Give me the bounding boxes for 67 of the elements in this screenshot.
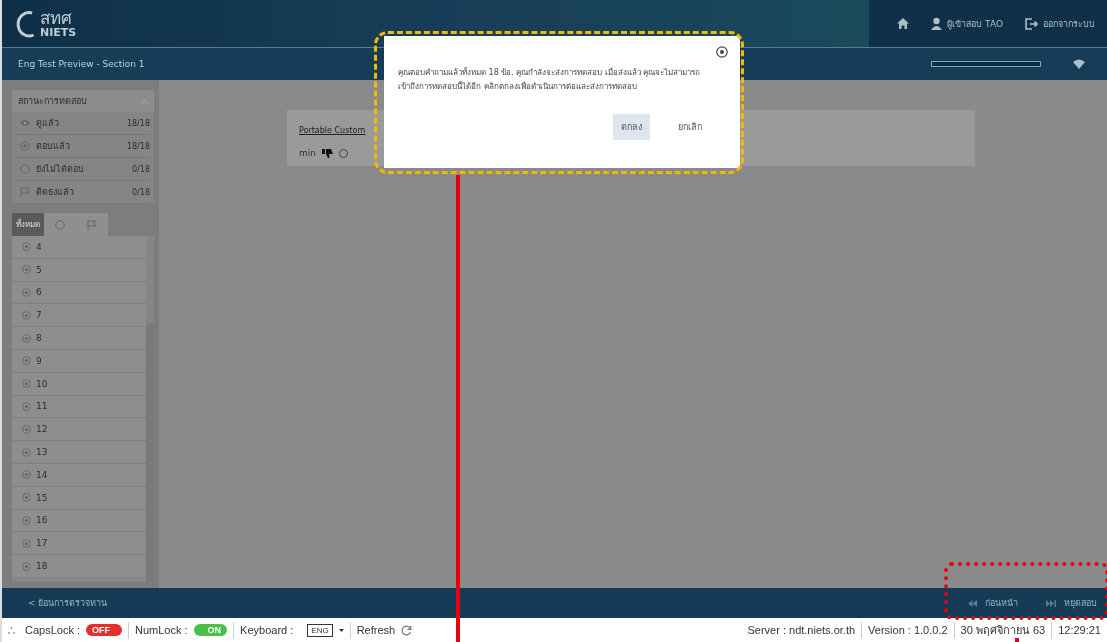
keyboard-label: Keyboard : bbox=[240, 624, 294, 636]
question-item[interactable]: 10 bbox=[12, 372, 146, 396]
status-label: ตอบแล้ว bbox=[36, 140, 71, 153]
back-to-review-link[interactable]: < ย้อนการตรวจทาน bbox=[28, 596, 108, 610]
question-item[interactable]: 17 bbox=[12, 532, 146, 556]
question-item[interactable]: 11 bbox=[12, 395, 146, 419]
question-item[interactable]: 13 bbox=[12, 441, 146, 464]
capslock-label: CapsLock : bbox=[25, 624, 81, 636]
radio-dot-icon bbox=[20, 141, 30, 151]
scale-label: min bbox=[299, 148, 316, 158]
keyboard-layout-button[interactable]: ENG bbox=[307, 623, 333, 637]
server-text: Server : ndt.niets.or.th bbox=[747, 624, 856, 636]
question-item[interactable]: 5 bbox=[12, 258, 146, 282]
previous-button[interactable]: ก่อนหน้า bbox=[968, 596, 1018, 610]
question-item[interactable]: 7 bbox=[12, 304, 146, 328]
circle-icon bbox=[20, 164, 30, 174]
panel-title: สถานะการทดสอบ bbox=[18, 95, 87, 108]
clock-text: 12:29:21 bbox=[1058, 624, 1101, 636]
question-item[interactable]: 14 bbox=[12, 463, 146, 487]
rewind-icon bbox=[968, 599, 977, 607]
question-item[interactable]: 9 bbox=[12, 350, 146, 373]
numlock-label: NumLock : bbox=[135, 624, 188, 636]
grip-icon bbox=[8, 626, 15, 634]
logout-link[interactable]: ออกจากระบบ bbox=[1025, 16, 1095, 31]
question-item[interactable]: 18 bbox=[12, 555, 146, 578]
thumbs-down-icon bbox=[322, 148, 333, 158]
exit-icon bbox=[1025, 17, 1038, 30]
status-count: 18/18 bbox=[126, 141, 150, 151]
user-menu[interactable]: ผู้เข้าสอบ TAO bbox=[931, 16, 1003, 31]
version-text: Version : 1.0.0.2 bbox=[868, 624, 948, 636]
filter-tab[interactable]: ทั้งหมด bbox=[12, 213, 44, 236]
flag-icon bbox=[20, 187, 30, 197]
logo-latin-text: NIETS bbox=[40, 26, 77, 38]
circle-icon bbox=[55, 219, 65, 230]
home-icon[interactable] bbox=[897, 18, 910, 29]
status-panel-header[interactable]: สถานะการทดสอบ bbox=[12, 90, 154, 112]
status-label: ติดธงแล้ว bbox=[36, 186, 75, 199]
wifi-icon bbox=[1073, 59, 1085, 69]
stop-button[interactable]: หยุดสอบ bbox=[1046, 596, 1097, 610]
capslock-toggle[interactable]: OFF bbox=[86, 624, 123, 636]
question-title-link[interactable]: Portable Custom bbox=[299, 126, 366, 135]
ok-button[interactable]: ตกลง bbox=[613, 114, 650, 140]
question-item[interactable]: 16 bbox=[12, 509, 146, 533]
question-item[interactable]: 12 bbox=[12, 418, 146, 442]
date-text: 30 พฤศจิกายน 63 bbox=[960, 623, 1046, 638]
dialog-message: คุณตอบคำถามแล้วทั้งหมด 18 ข้อ. คุณกำลังจะส่งการทดสอบ เมื่อส่งแล้ว คุณจะไม่สามารถเข้าถึงการทดสอบนี้ได้อีก คลิกตกลงเพื่อดำเนินการต่อและส่งการทดสอบ bbox=[398, 66, 702, 93]
question-item[interactable]: 15 bbox=[12, 486, 146, 510]
test-title: Eng Test Preview - Section 1 bbox=[18, 59, 146, 69]
close-icon[interactable] bbox=[716, 46, 728, 58]
flag-icon bbox=[87, 219, 97, 230]
status-label: ยังไม่ได้ตอบ bbox=[36, 163, 85, 176]
status-count: 0/18 bbox=[132, 164, 150, 174]
refresh-icon[interactable] bbox=[401, 624, 413, 636]
eye-icon bbox=[20, 119, 30, 127]
user-icon bbox=[931, 17, 943, 30]
cancel-button[interactable]: ยกเลิก bbox=[670, 114, 710, 140]
status-count: 0/18 bbox=[132, 187, 150, 197]
status-count: 18/18 bbox=[126, 118, 150, 128]
question-item[interactable]: 6 bbox=[12, 281, 146, 305]
numlock-toggle[interactable]: ON bbox=[193, 624, 228, 636]
question-item[interactable]: 8 bbox=[12, 327, 146, 350]
question-item[interactable]: 4 bbox=[12, 236, 146, 259]
status-label: ดูแล้ว bbox=[36, 117, 60, 130]
skip-end-icon bbox=[1046, 599, 1056, 607]
caret-icon[interactable] bbox=[338, 628, 344, 632]
refresh-label: Refresh bbox=[356, 624, 396, 636]
logo-thai-text: สทศ bbox=[40, 9, 73, 27]
